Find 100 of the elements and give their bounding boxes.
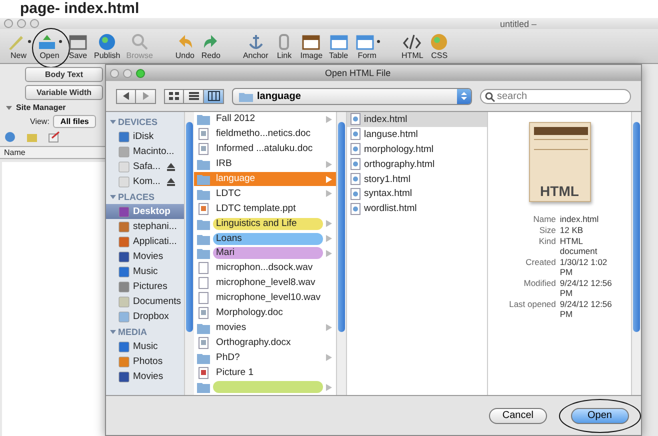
menu-dot-icon bbox=[376, 40, 380, 43]
style-button[interactable]: Body Text bbox=[25, 67, 103, 82]
info-value: HTML document bbox=[560, 236, 598, 256]
scrollbar[interactable] bbox=[631, 112, 641, 395]
sidebar-item[interactable]: Documents bbox=[106, 294, 184, 309]
eject-icon[interactable] bbox=[167, 162, 176, 170]
sidebar-item[interactable]: Kom... bbox=[106, 174, 184, 189]
toolbar-button[interactable]: New bbox=[4, 32, 33, 60]
scroll-thumb[interactable] bbox=[633, 122, 640, 332]
column-header[interactable]: Name bbox=[0, 146, 105, 159]
file-name: Fall 2012 bbox=[215, 113, 256, 126]
back-button[interactable] bbox=[116, 88, 136, 104]
toolbar-button[interactable]: Publish bbox=[92, 32, 122, 60]
file-name: Loans bbox=[213, 232, 323, 245]
toolbar-button[interactable]: Link bbox=[272, 32, 296, 60]
scrollbar[interactable] bbox=[336, 112, 346, 395]
file-item[interactable]: IRB bbox=[194, 156, 336, 172]
file-item[interactable]: languse.html bbox=[347, 126, 487, 142]
minimize-icon[interactable] bbox=[123, 68, 132, 78]
scroll-thumb[interactable] bbox=[338, 122, 345, 332]
file-item[interactable]: morphology.html bbox=[347, 142, 487, 157]
toolbar-button[interactable]: Table bbox=[326, 32, 351, 60]
file-item[interactable]: Orthography.docx bbox=[194, 335, 336, 350]
file-item[interactable]: PhD? bbox=[194, 350, 336, 366]
sidebar-item[interactable]: Music bbox=[106, 264, 184, 279]
file-item[interactable]: index.html bbox=[347, 112, 487, 127]
html-file-icon bbox=[350, 173, 361, 185]
file-item[interactable]: microphone_level8.wav bbox=[194, 276, 336, 291]
code-icon bbox=[402, 32, 422, 50]
file-item[interactable]: LDTC template.ppt bbox=[194, 201, 336, 216]
refresh-icon[interactable] bbox=[4, 131, 16, 143]
info-value: 9/24/12 12:56 PM bbox=[560, 299, 613, 319]
open-button[interactable]: Open bbox=[570, 408, 629, 424]
sidebar-item[interactable]: Movies bbox=[106, 369, 184, 384]
search-field[interactable]: search bbox=[480, 88, 631, 104]
file-item[interactable]: Picture 1 bbox=[194, 365, 336, 380]
sidebar-heading: MEDIA bbox=[118, 326, 147, 336]
file-item[interactable]: story1.html bbox=[347, 172, 487, 186]
toolbar-button[interactable]: Save bbox=[66, 32, 90, 60]
sidebar-item[interactable]: Applicati... bbox=[106, 234, 184, 249]
sidebar-item[interactable]: Pictures bbox=[106, 279, 184, 294]
file-item[interactable]: LDTC bbox=[194, 186, 336, 202]
image-file-icon bbox=[197, 366, 210, 379]
html-file-icon bbox=[350, 143, 361, 156]
file-item[interactable]: Mari bbox=[194, 246, 336, 261]
sidebar-item[interactable]: iDisk bbox=[106, 129, 184, 144]
sidebar-item[interactable]: Music bbox=[106, 339, 184, 354]
sidebar-item[interactable]: Movies bbox=[106, 249, 184, 264]
blank-file-icon bbox=[197, 292, 210, 304]
file-item[interactable]: orthography.html bbox=[347, 156, 487, 172]
sidebar-item[interactable]: Safa... bbox=[106, 159, 184, 174]
file-item[interactable]: Fall 2012 bbox=[194, 112, 336, 127]
toolbar-button[interactable]: Image bbox=[298, 32, 325, 60]
slides-icon bbox=[197, 202, 210, 215]
file-item[interactable]: movies bbox=[194, 320, 336, 336]
cancel-button[interactable]: Cancel bbox=[489, 408, 547, 424]
caption-heading: page- index.html bbox=[19, 0, 140, 18]
form-icon bbox=[354, 32, 375, 50]
dialog-title: Open HTML File bbox=[325, 68, 391, 78]
sidebar-item[interactable]: Macinto... bbox=[106, 144, 184, 159]
view-mode-button[interactable] bbox=[164, 88, 184, 104]
disclosure-triangle-icon[interactable] bbox=[110, 330, 116, 334]
file-item[interactable]: Loans bbox=[194, 231, 336, 246]
file-item[interactable]: Linguistics and Life bbox=[194, 216, 336, 232]
toolbar-button[interactable]: HTML bbox=[400, 32, 426, 60]
file-item[interactable]: syntax.html bbox=[347, 186, 487, 202]
toolbar-button[interactable]: Open bbox=[35, 32, 64, 60]
zoom-icon[interactable] bbox=[136, 68, 145, 78]
file-item[interactable]: Informed ...ataluku.doc bbox=[194, 142, 336, 157]
file-item[interactable]: microphone_level10.wav bbox=[194, 290, 336, 306]
disclosure-triangle-icon[interactable] bbox=[6, 106, 12, 110]
file-name: Orthography.docx bbox=[215, 336, 292, 349]
disclosure-triangle-icon[interactable] bbox=[110, 194, 116, 198]
file-item[interactable]: Morphology.doc bbox=[194, 306, 336, 320]
view-dropdown[interactable]: All files bbox=[53, 115, 96, 128]
file-item[interactable]: microphon...dsock.wav bbox=[194, 260, 336, 276]
toolbar-button[interactable]: Anchor bbox=[240, 32, 270, 60]
eject-icon[interactable] bbox=[167, 178, 176, 186]
toolbar-button[interactable]: Undo bbox=[172, 32, 197, 60]
view-mode-button[interactable] bbox=[184, 88, 204, 104]
file-item[interactable]: wordlist.html bbox=[347, 201, 487, 216]
forward-button[interactable] bbox=[136, 88, 156, 104]
edit-icon[interactable] bbox=[48, 131, 60, 143]
disclosure-triangle-icon[interactable] bbox=[110, 120, 116, 124]
style-button[interactable]: Variable Width bbox=[25, 85, 103, 100]
toolbar-button[interactable]: CSS bbox=[427, 32, 452, 60]
file-name: microphon...dsock.wav bbox=[215, 262, 314, 274]
close-icon[interactable] bbox=[110, 68, 119, 78]
toolbar-button[interactable]: Form bbox=[352, 32, 382, 60]
scrollbar[interactable] bbox=[184, 112, 194, 395]
file-item[interactable]: fieldmetho...netics.doc bbox=[194, 126, 336, 142]
file-name: microphone_level8.wav bbox=[215, 277, 316, 290]
sidebar-item[interactable]: Photos bbox=[106, 354, 184, 369]
view-mode-button[interactable] bbox=[204, 88, 224, 104]
sidebar-item[interactable]: Dropbox bbox=[106, 309, 184, 324]
scroll-thumb[interactable] bbox=[186, 122, 193, 332]
location-dropdown[interactable]: language bbox=[232, 88, 472, 104]
toolbar-button[interactable]: Redo bbox=[198, 32, 223, 60]
file-name: Linguistics and Life bbox=[213, 218, 323, 230]
sidebar-item[interactable]: stephani... bbox=[106, 219, 184, 234]
